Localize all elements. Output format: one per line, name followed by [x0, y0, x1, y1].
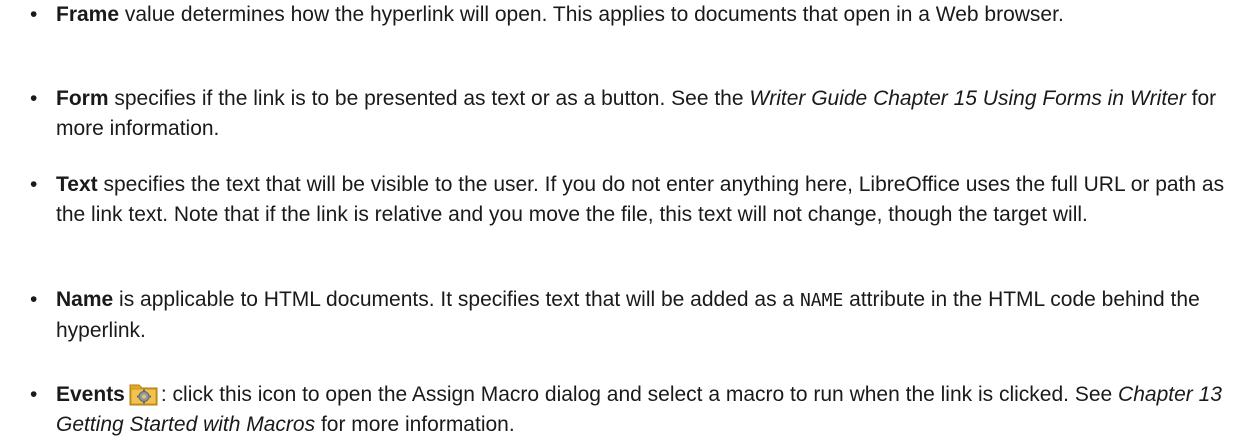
desc-text: specifies the text that will be visible …: [56, 173, 1225, 226]
item-text: Text specifies the text that will be vis…: [56, 170, 1234, 230]
desc-name-a: is applicable to HTML documents. It spec…: [113, 288, 800, 311]
item-text: Form specifies if the link is to be pres…: [56, 84, 1234, 144]
bullet: •: [30, 383, 38, 406]
bullet: •: [30, 87, 38, 110]
reference-writer-guide: Writer Guide Chapter 15 Using Forms in W…: [749, 87, 1186, 110]
bullet: •: [30, 288, 38, 311]
desc-form-a: specifies if the link is to be presented…: [108, 87, 750, 110]
item-text: Frame value determines how the hyperlink…: [56, 0, 1234, 30]
item-text: Events : click this icon to open the Ass…: [56, 380, 1234, 440]
term-form: Form: [56, 87, 109, 110]
code-name-attribute: NAME: [799, 290, 844, 311]
desc-frame: value determines how the hyperlink will …: [119, 3, 1064, 26]
events-macro-icon: [129, 380, 159, 407]
term-name: Name: [56, 288, 114, 311]
term-text: Text: [56, 173, 98, 196]
item-text: Name is applicable to HTML documents. It…: [56, 285, 1234, 346]
desc-events-a: : click this icon to open the Assign Mac…: [160, 383, 1119, 406]
bullet: •: [30, 3, 38, 26]
desc-events-b: for more information.: [315, 413, 515, 436]
bullet: •: [30, 173, 38, 196]
term-frame: Frame: [56, 3, 120, 26]
term-events: Events: [56, 383, 125, 406]
